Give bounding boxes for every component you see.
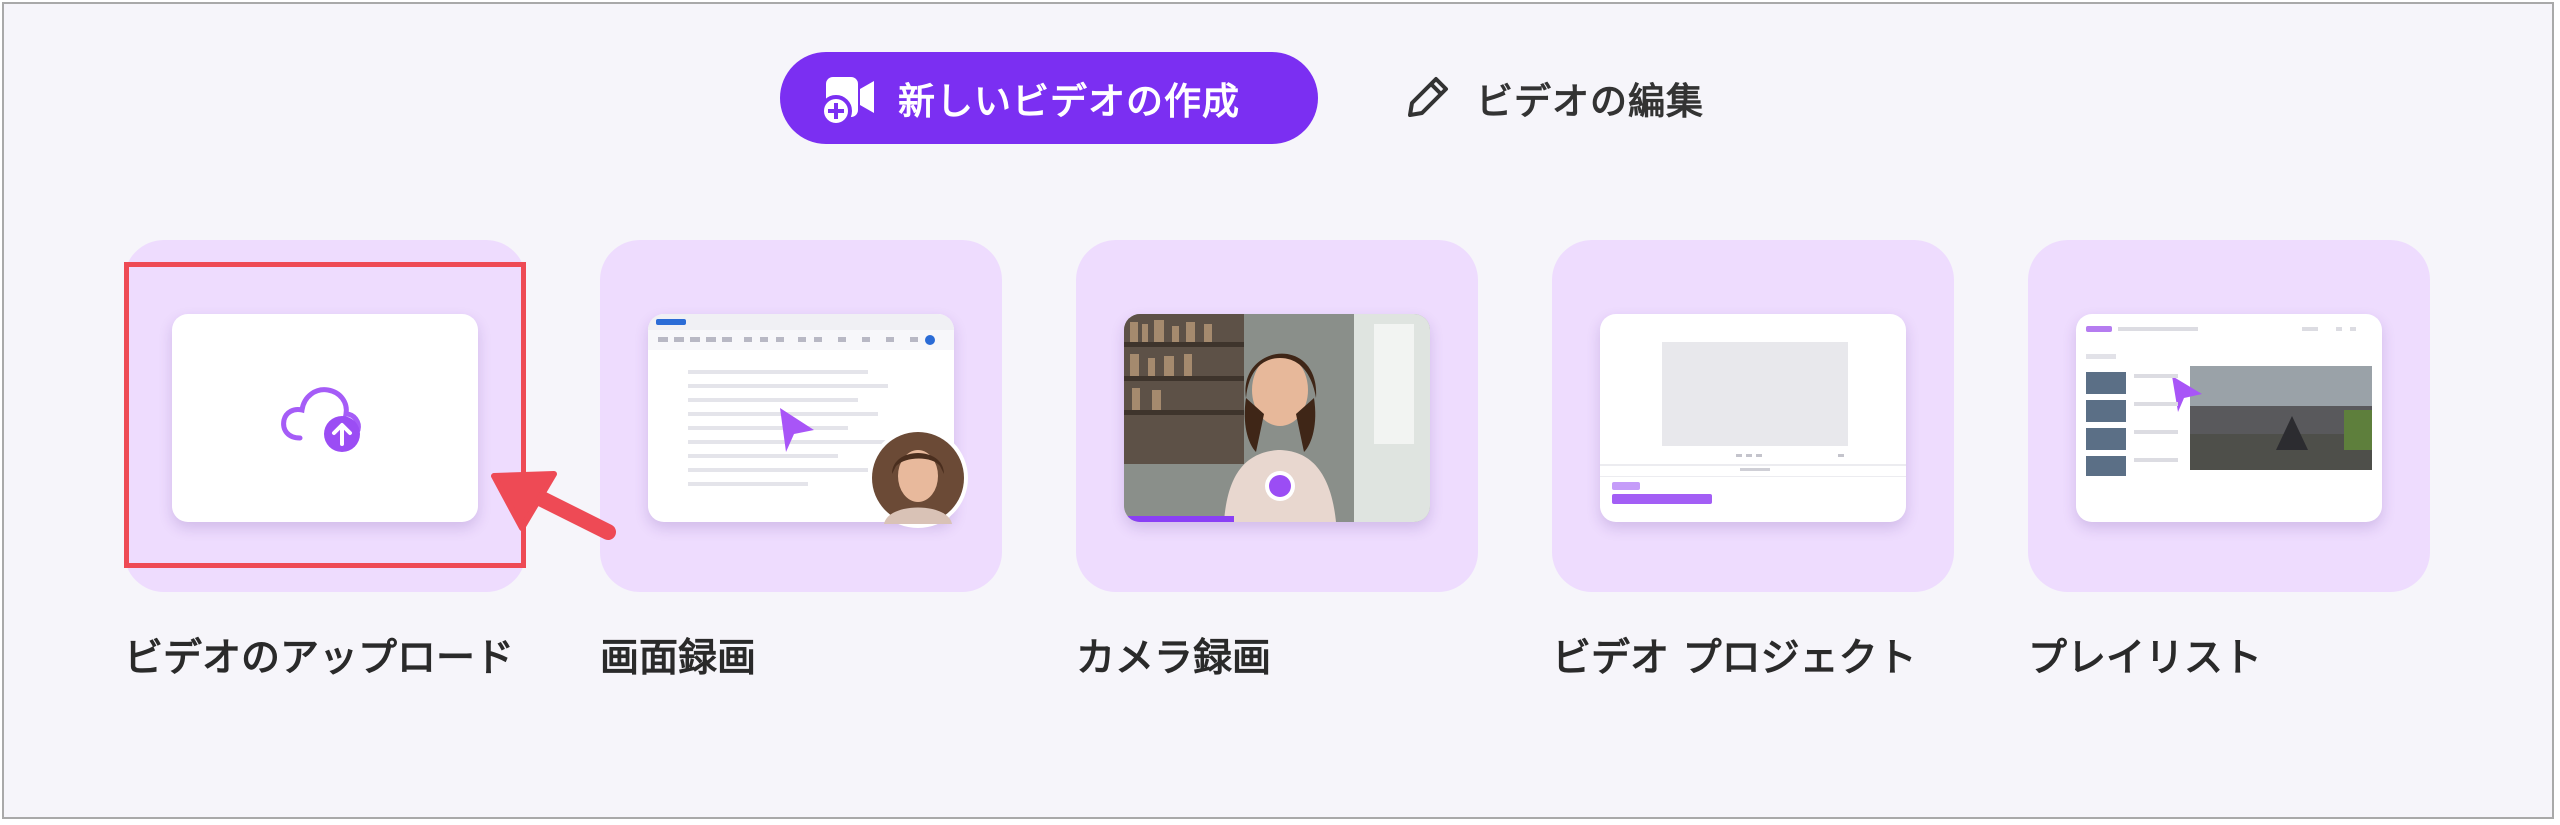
camera-recording-label: カメラ録画 (1076, 636, 1272, 681)
camera-recording-card[interactable] (1076, 240, 1478, 592)
tab-new-video-label: 新しいビデオの作成 (898, 80, 1240, 123)
app-frame: 新しいビデオの作成 ビデオの編集 ビデオのアップロード 画面録画 カメラ録画 ビ… (2, 2, 2554, 819)
tab-new-video[interactable]: 新しいビデオの作成 (780, 52, 1318, 144)
playlist-label: プレイリスト (2028, 636, 2263, 681)
screen-recording-label: 画面録画 (600, 636, 757, 681)
playlist-card[interactable] (2028, 240, 2430, 592)
screen-recording-card[interactable] (600, 240, 1002, 592)
upload-highlight-box (124, 262, 526, 568)
video-add-icon (820, 77, 874, 127)
pointer-arrow-icon (491, 471, 616, 540)
pencil-icon (1408, 77, 1448, 117)
upload-video-label: ビデオのアップロード (124, 636, 515, 681)
playlist-screenshot (2086, 326, 2372, 476)
tab-edit-video[interactable]: ビデオの編集 (1400, 52, 1704, 144)
video-project-thumbnail (1600, 314, 1906, 522)
camera-photo (1124, 314, 1430, 522)
camera-recording-thumbnail (1124, 314, 1430, 522)
webcam-avatar (868, 428, 968, 528)
video-project-label: ビデオ プロジェクト (1552, 636, 1917, 681)
playlist-thumbnail (2076, 314, 2382, 522)
tab-edit-video-label: ビデオの編集 (1476, 80, 1704, 123)
editor-screenshot (1600, 342, 1906, 504)
video-project-card[interactable] (1552, 240, 1954, 592)
